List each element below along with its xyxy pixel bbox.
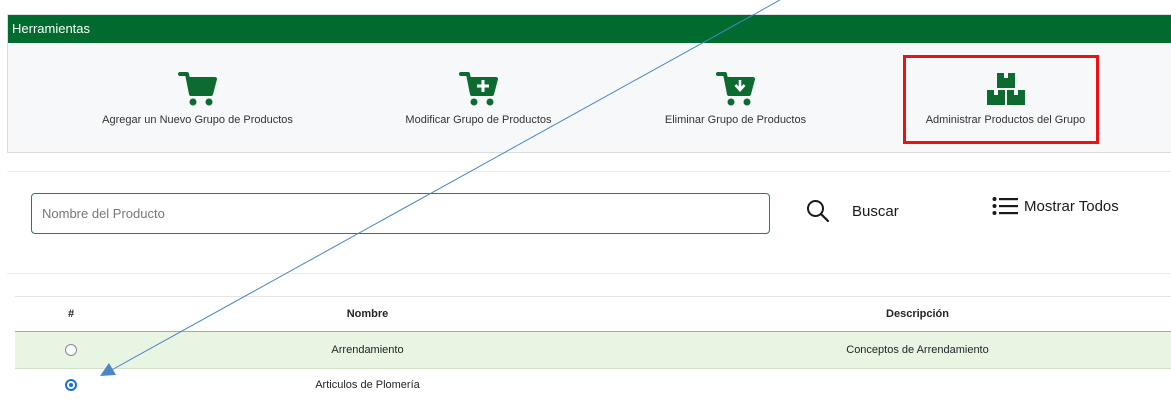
list-icon [992, 197, 1018, 215]
table-header-row: # Nombre Descripción [15, 296, 1171, 332]
search-button-label: Buscar [852, 202, 899, 220]
search-button[interactable]: Buscar [806, 196, 899, 226]
tools-panel: Herramientas Agregar un Nuevo Grupo de P… [7, 14, 1171, 153]
tools-header: Herramientas [8, 15, 1171, 43]
cart-download-icon [715, 72, 755, 106]
table-row[interactable]: Arrendamiento Conceptos de Arrendamiento [15, 332, 1171, 369]
row-radio-cell [51, 369, 91, 401]
show-all-button-label: Mostrar Todos [1024, 197, 1119, 215]
cart-icon [177, 72, 217, 106]
row-name: Articulos de Plomería [315, 379, 420, 391]
table-row[interactable]: Articulos de Plomería [15, 369, 1171, 401]
row-radio-cell [51, 332, 91, 368]
modify-group-label: Modificar Grupo de Productos [405, 114, 552, 126]
show-all-button[interactable]: Mostrar Todos [992, 193, 1119, 219]
modify-group-button[interactable]: Modificar Grupo de Productos [366, 43, 591, 153]
product-groups-table: # Nombre Descripción Arrendamiento Conce… [15, 296, 1171, 401]
manage-group-products-button[interactable]: Administrar Productos del Grupo [913, 43, 1098, 153]
cart-plus-icon [458, 72, 498, 106]
delete-group-label: Eliminar Grupo de Productos [664, 114, 807, 126]
row-radio-selected[interactable] [65, 379, 77, 391]
boxes-icon [986, 73, 1025, 105]
divider [7, 171, 1171, 172]
row-radio[interactable] [65, 344, 77, 356]
column-header-number: # [67, 308, 75, 320]
row-description: Conceptos de Arrendamiento [846, 344, 989, 356]
row-name: Arrendamiento [331, 344, 404, 356]
manage-group-products-label: Administrar Productos del Grupo [925, 114, 1086, 126]
delete-group-button[interactable]: Eliminar Grupo de Productos [633, 43, 838, 153]
add-group-button[interactable]: Agregar un Nuevo Grupo de Productos [80, 43, 315, 153]
add-group-label: Agregar un Nuevo Grupo de Productos [102, 114, 293, 126]
search-icon [807, 200, 830, 223]
row-description [735, 369, 1100, 401]
product-name-input[interactable] [31, 193, 770, 234]
column-header-description: Descripción [886, 308, 949, 320]
divider [7, 273, 1171, 274]
column-header-name: Nombre [346, 308, 389, 320]
